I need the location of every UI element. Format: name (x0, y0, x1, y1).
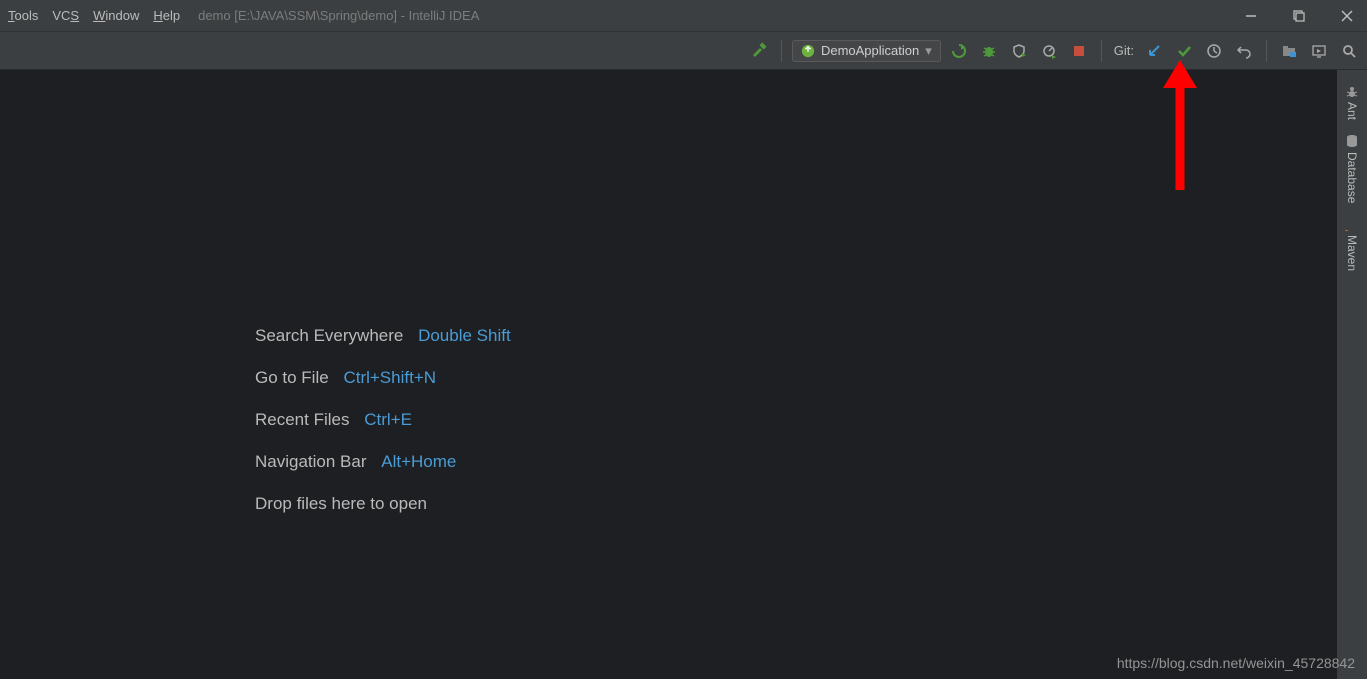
clock-icon (1206, 43, 1222, 59)
project-structure-button[interactable] (1277, 39, 1301, 63)
hint-label: Recent Files (255, 410, 349, 429)
right-tool-strip: Ant Database m Maven (1337, 70, 1367, 679)
vcs-update-button[interactable] (1142, 39, 1166, 63)
folder-structure-icon (1281, 43, 1297, 59)
hint-shortcut: Ctrl+Shift+N (343, 368, 436, 387)
coverage-button[interactable] (1007, 39, 1031, 63)
hint-label: Drop files here to open (255, 494, 427, 513)
monitor-icon (1311, 43, 1327, 59)
bug-icon (981, 43, 997, 59)
menu-tools[interactable]: Tools (8, 8, 38, 23)
hint-recent-files: Recent Files Ctrl+E (255, 410, 511, 430)
shield-icon (1011, 43, 1027, 59)
build-button[interactable] (747, 39, 771, 63)
minimize-icon (1245, 10, 1257, 22)
minimize-button[interactable] (1239, 4, 1263, 28)
window-controls (1239, 4, 1359, 28)
hint-navigation-bar: Navigation Bar Alt+Home (255, 452, 511, 472)
ant-icon (1345, 84, 1359, 98)
editor-empty-state: Search Everywhere Double Shift Go to Fil… (0, 70, 1337, 679)
maximize-button[interactable] (1287, 4, 1311, 28)
toolbar-separator (1266, 40, 1267, 62)
svg-text:m: m (1345, 229, 1353, 231)
quick-actions-panel: Search Everywhere Double Shift Go to Fil… (255, 326, 511, 514)
toolbar-separator (1101, 40, 1102, 62)
close-button[interactable] (1335, 4, 1359, 28)
window-title: demo [E:\JAVA\SSM\Spring\demo] - Intelli… (198, 8, 479, 23)
debug-button[interactable] (977, 39, 1001, 63)
spring-boot-icon (801, 44, 815, 58)
vcs-history-button[interactable] (1202, 39, 1226, 63)
play-icon (951, 43, 967, 59)
stop-button[interactable] (1067, 39, 1091, 63)
menu-window[interactable]: Window (93, 8, 139, 23)
title-bar: Tools VCS Window Help demo [E:\JAVA\SSM\… (0, 0, 1367, 32)
git-label: Git: (1114, 43, 1134, 58)
menu-help[interactable]: Help (153, 8, 180, 23)
search-icon (1341, 43, 1357, 59)
main-menu: Tools VCS Window Help (8, 8, 180, 23)
update-arrow-icon (1146, 43, 1162, 59)
profiler-icon (1041, 43, 1057, 59)
main-toolbar: DemoApplication ▾ Git: (0, 32, 1367, 70)
hint-shortcut: Ctrl+E (364, 410, 412, 429)
maximize-icon (1293, 10, 1305, 22)
undo-icon (1236, 43, 1252, 59)
close-icon (1341, 10, 1353, 22)
hint-label: Navigation Bar (255, 452, 367, 471)
tool-window-ant-label: Ant (1345, 102, 1359, 120)
run-button[interactable] (947, 39, 971, 63)
toolbar-separator (781, 40, 782, 62)
vcs-commit-button[interactable] (1172, 39, 1196, 63)
hint-label: Search Everywhere (255, 326, 403, 345)
hint-shortcut: Alt+Home (381, 452, 456, 471)
hint-search-everywhere: Search Everywhere Double Shift (255, 326, 511, 346)
chevron-down-icon: ▾ (925, 43, 932, 59)
tool-window-ant[interactable]: Ant (1345, 84, 1359, 120)
run-config-selector[interactable]: DemoApplication ▾ (792, 40, 941, 62)
search-everywhere-button[interactable] (1337, 39, 1361, 63)
checkmark-icon (1176, 43, 1192, 59)
run-config-label: DemoApplication (821, 43, 919, 58)
profile-button[interactable] (1037, 39, 1061, 63)
maven-icon: m (1345, 217, 1359, 231)
hint-shortcut: Double Shift (418, 326, 511, 345)
vcs-rollback-button[interactable] (1232, 39, 1256, 63)
hint-drop-files: Drop files here to open (255, 494, 511, 514)
tool-window-maven[interactable]: m Maven (1345, 217, 1359, 271)
settings-button[interactable] (1307, 39, 1331, 63)
tool-window-database[interactable]: Database (1345, 134, 1359, 203)
menu-tools-label: ools (15, 8, 39, 23)
hint-go-to-file: Go to File Ctrl+Shift+N (255, 368, 511, 388)
database-icon (1345, 134, 1359, 148)
tool-window-database-label: Database (1345, 152, 1359, 203)
menu-vcs[interactable]: VCS (52, 8, 79, 23)
tool-window-maven-label: Maven (1345, 235, 1359, 271)
hammer-icon (750, 42, 768, 60)
watermark-text: https://blog.csdn.net/weixin_45728842 (1117, 655, 1355, 671)
hint-label: Go to File (255, 368, 329, 387)
stop-icon (1072, 44, 1086, 58)
